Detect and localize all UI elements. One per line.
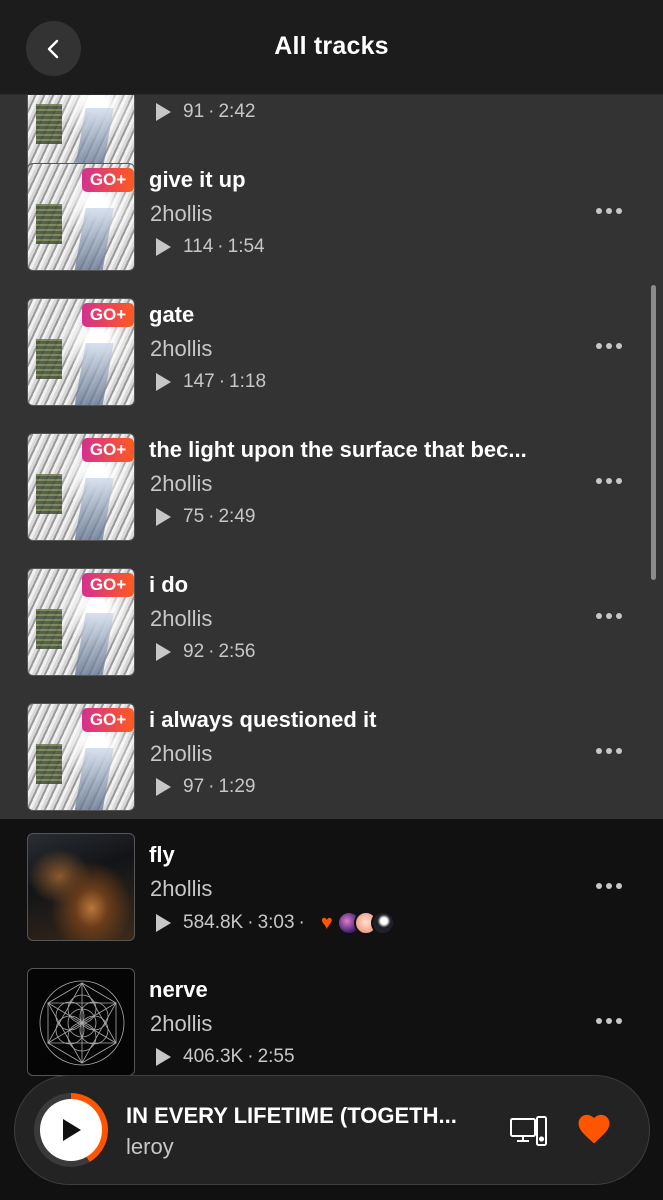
more-options-icon[interactable]	[596, 883, 622, 891]
go-plus-badge: GO+	[82, 708, 134, 732]
track-artwork: GO+	[27, 703, 135, 811]
track-duration: 2:56	[218, 641, 256, 662]
track-duration: 1:29	[218, 776, 256, 797]
track-stats: 584.8K · 3:03 · ♥	[156, 911, 395, 935]
track-artist: 2hollis	[150, 741, 213, 766]
go-plus-badge: GO+	[82, 438, 134, 462]
track-duration: 3:03	[257, 912, 295, 933]
track-artist: 2hollis	[150, 606, 213, 631]
scrollbar[interactable]	[651, 285, 656, 580]
now-playing-title: IN EVERY LIFETIME (TOGETH...	[126, 1103, 457, 1128]
track-artist: 2hollis	[150, 201, 213, 226]
play-count: 92	[183, 641, 205, 662]
play-count-icon	[156, 643, 171, 661]
track-stats: 75 · 2:49	[156, 506, 255, 528]
play-count-icon	[156, 1048, 171, 1066]
go-plus-badge: GO+	[82, 303, 134, 327]
play-count: 114	[183, 236, 214, 257]
track-list: 91 · 2:42 GO+ give it up 2hollis 114 · 1…	[0, 0, 663, 1200]
track-title: the light upon the surface that bec...	[149, 437, 527, 462]
track-duration: 1:54	[227, 236, 265, 257]
more-options-icon[interactable]	[596, 748, 622, 756]
track-artwork	[27, 833, 135, 941]
track-artist: 2hollis	[150, 1011, 213, 1036]
avatar	[370, 911, 395, 935]
play-count: 147	[183, 371, 215, 392]
more-options-icon[interactable]	[596, 343, 622, 351]
go-plus-badge: GO+	[82, 168, 134, 192]
track-row[interactable]: fly 2hollis 584.8K · 3:03 · ♥	[0, 815, 663, 950]
track-row[interactable]: nerve 2hollis 406.3K · 2:55	[0, 950, 663, 1085]
play-count: 91	[183, 101, 205, 122]
go-plus-badge: GO+	[82, 573, 134, 597]
liked-by-avatars[interactable]	[336, 911, 395, 935]
now-playing-artist: leroy	[126, 1134, 174, 1159]
track-artwork	[27, 968, 135, 1076]
liked-heart-icon: ♥	[320, 912, 333, 934]
play-count-icon	[156, 914, 171, 932]
track-artwork: GO+	[27, 298, 135, 406]
track-title: gate	[149, 302, 195, 327]
play-icon	[63, 1119, 81, 1141]
more-options-icon[interactable]	[596, 478, 622, 486]
track-stats: 92 · 2:56	[156, 641, 255, 663]
track-duration: 2:42	[218, 101, 256, 122]
like-heart-icon[interactable]	[575, 1111, 613, 1145]
track-artwork: GO+	[27, 568, 135, 676]
track-duration: 2:49	[218, 506, 256, 527]
sacred-geometry-artwork	[39, 980, 125, 1066]
track-row[interactable]: GO+ give it up 2hollis 114 · 1:54	[0, 145, 663, 280]
track-stats: 97 · 1:29	[156, 776, 255, 798]
track-duration: 1:18	[229, 371, 267, 392]
devices-icon[interactable]	[509, 1115, 549, 1149]
track-stats: 147 · 1:18	[156, 371, 266, 393]
play-count: 584.8K	[183, 912, 244, 933]
play-count: 97	[183, 776, 205, 797]
play-button[interactable]	[34, 1093, 108, 1167]
track-title: nerve	[149, 977, 208, 1002]
track-artist: 2hollis	[150, 336, 213, 361]
track-duration: 2:55	[257, 1046, 295, 1067]
top-bar: All tracks	[0, 0, 663, 95]
more-options-icon[interactable]	[596, 613, 622, 621]
track-row[interactable]: GO+ i always questioned it 2hollis 97 · …	[0, 685, 663, 820]
more-options-icon[interactable]	[596, 1018, 622, 1026]
track-stats: 91 · 2:42	[156, 101, 255, 123]
track-title: give it up	[149, 167, 246, 192]
play-count-icon	[156, 508, 171, 526]
track-stats: 406.3K · 2:55	[156, 1046, 295, 1068]
play-count-icon	[156, 103, 171, 121]
play-count-icon	[156, 373, 171, 391]
track-row[interactable]: GO+ i do 2hollis 92 · 2:56	[0, 550, 663, 685]
track-artist: 2hollis	[150, 471, 213, 496]
track-artist: 2hollis	[150, 876, 213, 901]
track-stats: 114 · 1:54	[156, 236, 265, 258]
track-artwork: GO+	[27, 163, 135, 271]
play-count-icon	[156, 778, 171, 796]
track-title: i always questioned it	[149, 707, 377, 732]
track-title: fly	[149, 842, 175, 867]
track-title: i do	[149, 572, 189, 597]
page-title: All tracks	[274, 32, 389, 60]
play-count: 406.3K	[183, 1046, 244, 1067]
play-count-icon	[156, 238, 171, 256]
track-row[interactable]: GO+ the light upon the surface that bec.…	[0, 415, 663, 550]
track-row[interactable]: GO+ gate 2hollis 147 · 1:18	[0, 280, 663, 415]
more-options-icon[interactable]	[596, 208, 622, 216]
mini-player[interactable]: IN EVERY LIFETIME (TOGETH... leroy	[14, 1075, 650, 1185]
play-count: 75	[183, 506, 205, 527]
track-artwork: GO+	[27, 433, 135, 541]
